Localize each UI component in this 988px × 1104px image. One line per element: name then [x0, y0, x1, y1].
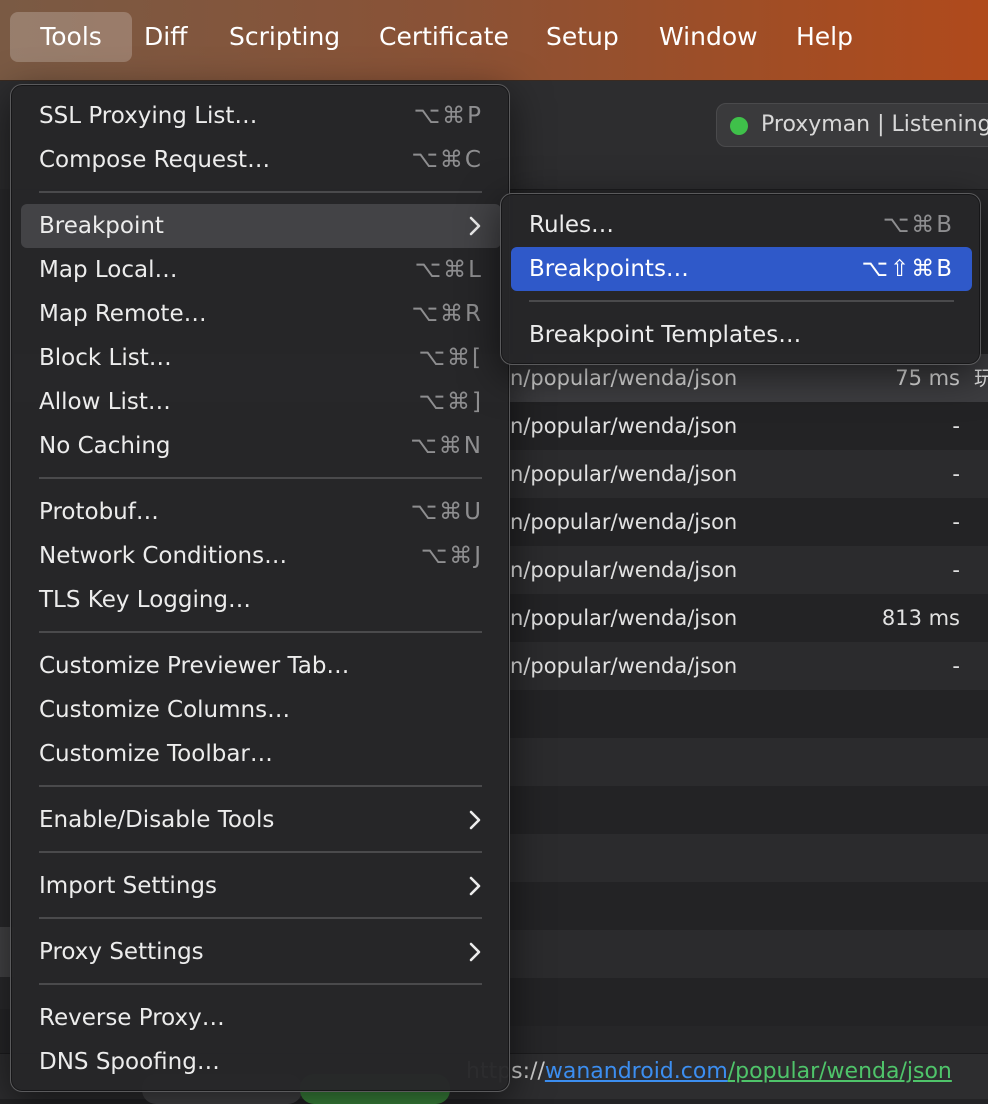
chevron-right-icon — [469, 216, 481, 236]
shortcut-label: ⌥⌘U — [410, 499, 483, 525]
menu-separator — [529, 300, 954, 302]
shortcut-label: ⌥⌘N — [410, 433, 483, 459]
row-duration: - — [952, 414, 960, 438]
menu-separator — [39, 785, 482, 787]
menubar-certificate[interactable]: Certificate — [365, 12, 523, 62]
row-duration: - — [952, 462, 960, 486]
shortcut-label: ⌥⌘B — [882, 212, 954, 238]
menu-item-label: SSL Proxying List… — [39, 103, 258, 129]
tools-menu: SSL Proxying List… ⌥⌘P Compose Request… … — [10, 84, 510, 1092]
menu-item-allow-list[interactable]: Allow List… ⌥⌘] — [21, 380, 501, 424]
menu-item-label: Proxy Settings — [39, 939, 204, 965]
url-host[interactable]: wanandroid.com — [545, 1059, 728, 1084]
menubar-tools[interactable]: Tools — [10, 12, 132, 62]
menu-separator — [39, 983, 482, 985]
menu-item-label: Breakpoint — [39, 213, 164, 239]
menu-item-label: DNS Spoofing… — [39, 1049, 220, 1075]
row-url: n/popular/wenda/json — [510, 606, 738, 630]
shortcut-label: ⌥⌘C — [411, 147, 483, 173]
menubar-help[interactable]: Help — [782, 12, 867, 62]
menu-item-customize-previewer-tab[interactable]: Customize Previewer Tab… — [21, 644, 501, 688]
chevron-right-icon — [469, 942, 481, 962]
menu-item-network-conditions[interactable]: Network Conditions… ⌥⌘J — [21, 534, 501, 578]
menu-item-proxy-settings[interactable]: Proxy Settings — [21, 930, 501, 974]
menu-separator — [39, 191, 482, 193]
menu-item-label: Enable/Disable Tools — [39, 807, 275, 833]
shortcut-label: ⌥⌘L — [414, 257, 483, 283]
proxy-status-pill[interactable]: Proxyman | Listening o — [716, 103, 988, 147]
shortcut-label: ⌥⌘] — [418, 389, 483, 415]
proxy-status-text: Proxyman | Listening o — [761, 112, 988, 137]
menu-item-label: Map Remote… — [39, 301, 207, 327]
menu-item-protobuf[interactable]: Protobuf… ⌥⌘U — [21, 490, 501, 534]
menubar-diff[interactable]: Diff — [130, 12, 201, 62]
menu-separator — [39, 631, 482, 633]
url-path[interactable]: /popular/wenda/json — [728, 1059, 952, 1084]
menu-separator — [39, 917, 482, 919]
menubar-setup[interactable]: Setup — [532, 12, 633, 62]
menu-item-dns-spoofing[interactable]: DNS Spoofing… — [21, 1040, 501, 1084]
shortcut-label: ⌥⌘J — [420, 543, 483, 569]
menu-item-no-caching[interactable]: No Caching ⌥⌘N — [21, 424, 501, 468]
menu-separator — [39, 477, 482, 479]
row-duration: - — [952, 654, 960, 678]
menu-separator — [39, 851, 482, 853]
menu-item-reverse-proxy[interactable]: Reverse Proxy… — [21, 996, 501, 1040]
row-url: n/popular/wenda/json — [510, 558, 738, 582]
menu-item-label: Compose Request… — [39, 147, 271, 173]
menu-item-customize-toolbar[interactable]: Customize Toolbar… — [21, 732, 501, 776]
menu-item-label: Customize Columns… — [39, 697, 291, 723]
row-url: n/popular/wenda/json — [510, 462, 738, 486]
menu-item-label: No Caching — [39, 433, 171, 459]
chevron-right-icon — [469, 810, 481, 830]
menu-item-map-local[interactable]: Map Local… ⌥⌘L — [21, 248, 501, 292]
menubar-scripting[interactable]: Scripting — [215, 12, 354, 62]
menu-item-breakpoints[interactable]: Breakpoints… ⌥⇧⌘B — [511, 247, 972, 291]
request-url[interactable]: https://wanandroid.com/popular/wenda/jso… — [466, 1054, 952, 1090]
menu-item-label: Customize Toolbar… — [39, 741, 273, 767]
shortcut-label: ⌥⌘R — [411, 301, 483, 327]
menu-item-label: Breakpoint Templates… — [529, 322, 802, 348]
menu-item-rules[interactable]: Rules… ⌥⌘B — [511, 203, 972, 247]
menubar-window[interactable]: Window — [645, 12, 772, 62]
shortcut-label: ⌥⌘[ — [418, 345, 483, 371]
row-url: n/popular/wenda/json — [510, 654, 738, 678]
menu-item-label: Block List… — [39, 345, 172, 371]
menu-item-label: Reverse Proxy… — [39, 1005, 225, 1031]
shortcut-label: ⌥⇧⌘B — [861, 256, 954, 282]
row-duration: - — [952, 510, 960, 534]
row-duration: 813 ms — [881, 606, 960, 630]
menu-item-tls-key-logging[interactable]: TLS Key Logging… — [21, 578, 501, 622]
menu-item-label: Rules… — [529, 212, 615, 238]
menu-item-enable-disable-tools[interactable]: Enable/Disable Tools — [21, 798, 501, 842]
menu-item-label: TLS Key Logging… — [39, 587, 252, 613]
breakpoint-submenu: Rules… ⌥⌘B Breakpoints… ⌥⇧⌘B Breakpoint … — [500, 193, 981, 365]
menu-item-label: Protobuf… — [39, 499, 159, 525]
menu-item-label: Customize Previewer Tab… — [39, 653, 350, 679]
menu-item-ssl-proxying-list[interactable]: SSL Proxying List… ⌥⌘P — [21, 94, 501, 138]
menu-item-label: Network Conditions… — [39, 543, 288, 569]
menu-item-block-list[interactable]: Block List… ⌥⌘[ — [21, 336, 501, 380]
menu-item-label: Map Local… — [39, 257, 178, 283]
menu-item-map-remote[interactable]: Map Remote… ⌥⌘R — [21, 292, 501, 336]
menu-item-compose-request[interactable]: Compose Request… ⌥⌘C — [21, 138, 501, 182]
status-dot-icon — [730, 117, 748, 135]
menu-item-import-settings[interactable]: Import Settings — [21, 864, 501, 908]
menu-item-breakpoint-templates[interactable]: Breakpoint Templates… — [511, 313, 972, 357]
menu-item-label: Allow List… — [39, 389, 171, 415]
menu-item-label: Breakpoints… — [529, 256, 689, 282]
chevron-right-icon — [469, 876, 481, 896]
row-url: n/popular/wenda/json — [510, 414, 738, 438]
shortcut-label: ⌥⌘P — [413, 103, 483, 129]
menu-item-customize-columns[interactable]: Customize Columns… — [21, 688, 501, 732]
menu-item-label: Import Settings — [39, 873, 217, 899]
menu-bar: Tools Diff Scripting Certificate Setup W… — [0, 0, 988, 81]
menu-item-breakpoint[interactable]: Breakpoint — [21, 204, 501, 248]
row-url: n/popular/wenda/json — [510, 510, 738, 534]
row-duration: - — [952, 558, 960, 582]
